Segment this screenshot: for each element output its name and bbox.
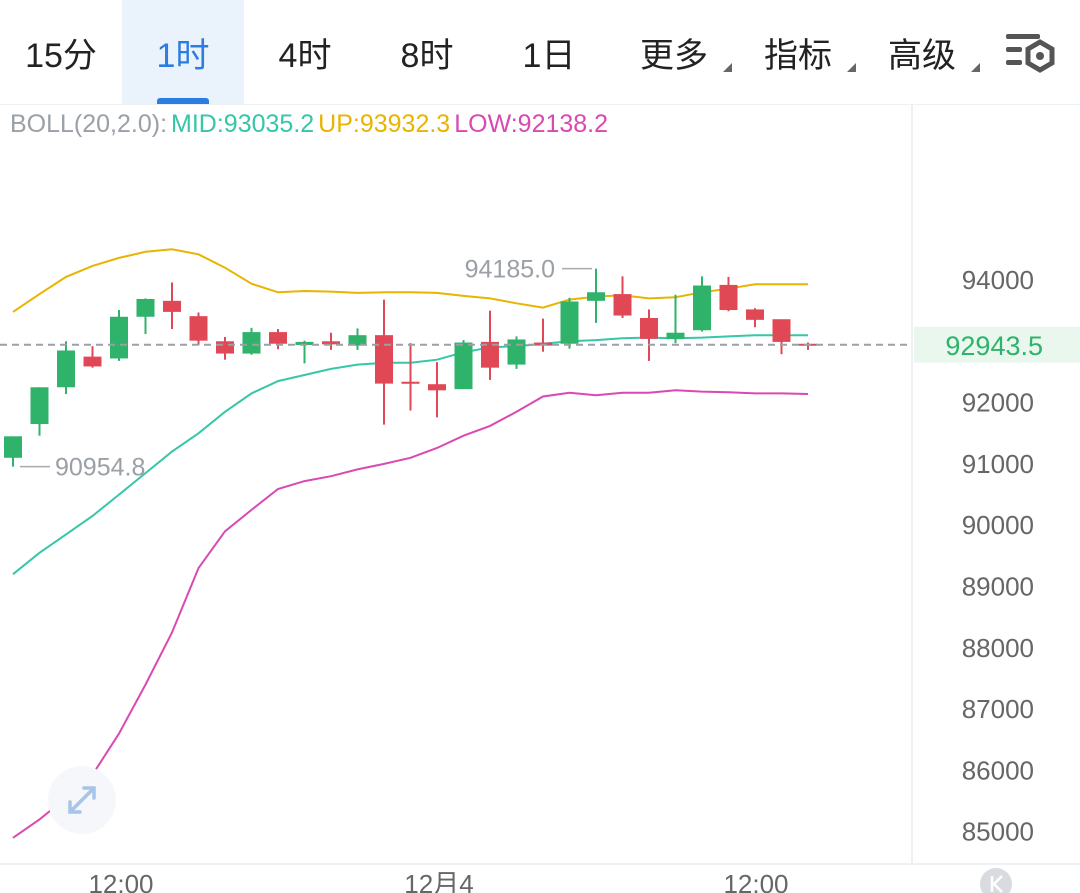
- candle-body: [481, 341, 499, 368]
- candle-body: [587, 292, 605, 301]
- y-tick-label: 89000: [962, 572, 1034, 602]
- candle-body: [693, 285, 711, 331]
- candle-body: [30, 387, 49, 425]
- tab-label: 1时: [156, 36, 210, 75]
- candle-body: [83, 356, 102, 367]
- y-tick-label: 91000: [962, 449, 1034, 479]
- tab-more-dropdown[interactable]: 更多: [612, 0, 736, 104]
- candle-body: [242, 332, 261, 354]
- tab-4h[interactable]: 4时: [244, 0, 366, 104]
- y-tick-label: 88000: [962, 633, 1034, 663]
- candle-body: [375, 335, 393, 384]
- chart-settings-button[interactable]: [1002, 30, 1058, 76]
- candle-body: [507, 339, 526, 365]
- candle-body: [428, 384, 446, 391]
- y-tick-label: 86000: [962, 755, 1034, 785]
- y-tick-label: 90000: [962, 510, 1034, 540]
- candle-body: [136, 299, 155, 317]
- tab-label: 4时: [278, 36, 332, 75]
- candle-body: [666, 332, 685, 339]
- candle-body: [640, 318, 658, 339]
- candle-body: [269, 332, 287, 344]
- x-tick-label: 12月4: [404, 869, 473, 893]
- candle-body: [772, 319, 791, 342]
- timeframe-tabs: 15分 1时 4时 8时 1日 更多 指标 高级: [0, 0, 1080, 105]
- dropdown-caret-icon: [847, 63, 856, 72]
- candle-body: [746, 309, 764, 320]
- candle-body: [189, 316, 208, 341]
- tab-8h[interactable]: 8时: [366, 0, 488, 104]
- dropdown-caret-icon: [723, 63, 732, 72]
- candle-body: [560, 301, 579, 344]
- candlestick-chart[interactable]: 94185.0 90954.8 94000 92000 91000 90000 89000 8…: [0, 104, 1080, 893]
- x-tick-label: 12:00: [723, 869, 788, 893]
- tab-label: 高级: [888, 36, 956, 75]
- tab-label: 更多: [640, 36, 708, 75]
- candle-body: [401, 381, 420, 384]
- y-tick-label: 85000: [962, 817, 1034, 847]
- candle-body: [163, 300, 181, 312]
- candle-body: [216, 341, 234, 354]
- candle-body: [613, 294, 632, 316]
- tab-indicators-dropdown[interactable]: 指标: [736, 0, 860, 104]
- dropdown-caret-icon: [971, 63, 980, 72]
- y-tick-label: 87000: [962, 694, 1034, 724]
- boll-upper-band: [12, 248, 808, 313]
- tab-label: 15分: [25, 36, 97, 75]
- chart-settings-icon: [1006, 34, 1055, 73]
- candle-body: [719, 284, 738, 311]
- x-tick-label: 12:00: [88, 869, 153, 893]
- y-tick-label: 92000: [962, 388, 1034, 418]
- candle-body: [57, 350, 75, 388]
- high-price-label: 94185.0: [465, 256, 555, 284]
- low-price-label: 90954.8: [55, 454, 145, 482]
- tab-label: 1日: [522, 36, 576, 75]
- current-price-value: 92943.5: [945, 331, 1043, 361]
- tab-advanced-dropdown[interactable]: 高级: [860, 0, 984, 104]
- y-tick-label: 94000: [962, 265, 1034, 295]
- candle-body: [4, 436, 22, 458]
- candle-body: [454, 342, 473, 390]
- candle-body: [110, 316, 128, 359]
- tab-1h[interactable]: 1时: [122, 0, 244, 104]
- tab-label: 指标: [764, 36, 832, 75]
- tab-label: 8时: [400, 36, 454, 75]
- tab-1d[interactable]: 1日: [488, 0, 610, 104]
- tab-15m[interactable]: 15分: [0, 0, 122, 104]
